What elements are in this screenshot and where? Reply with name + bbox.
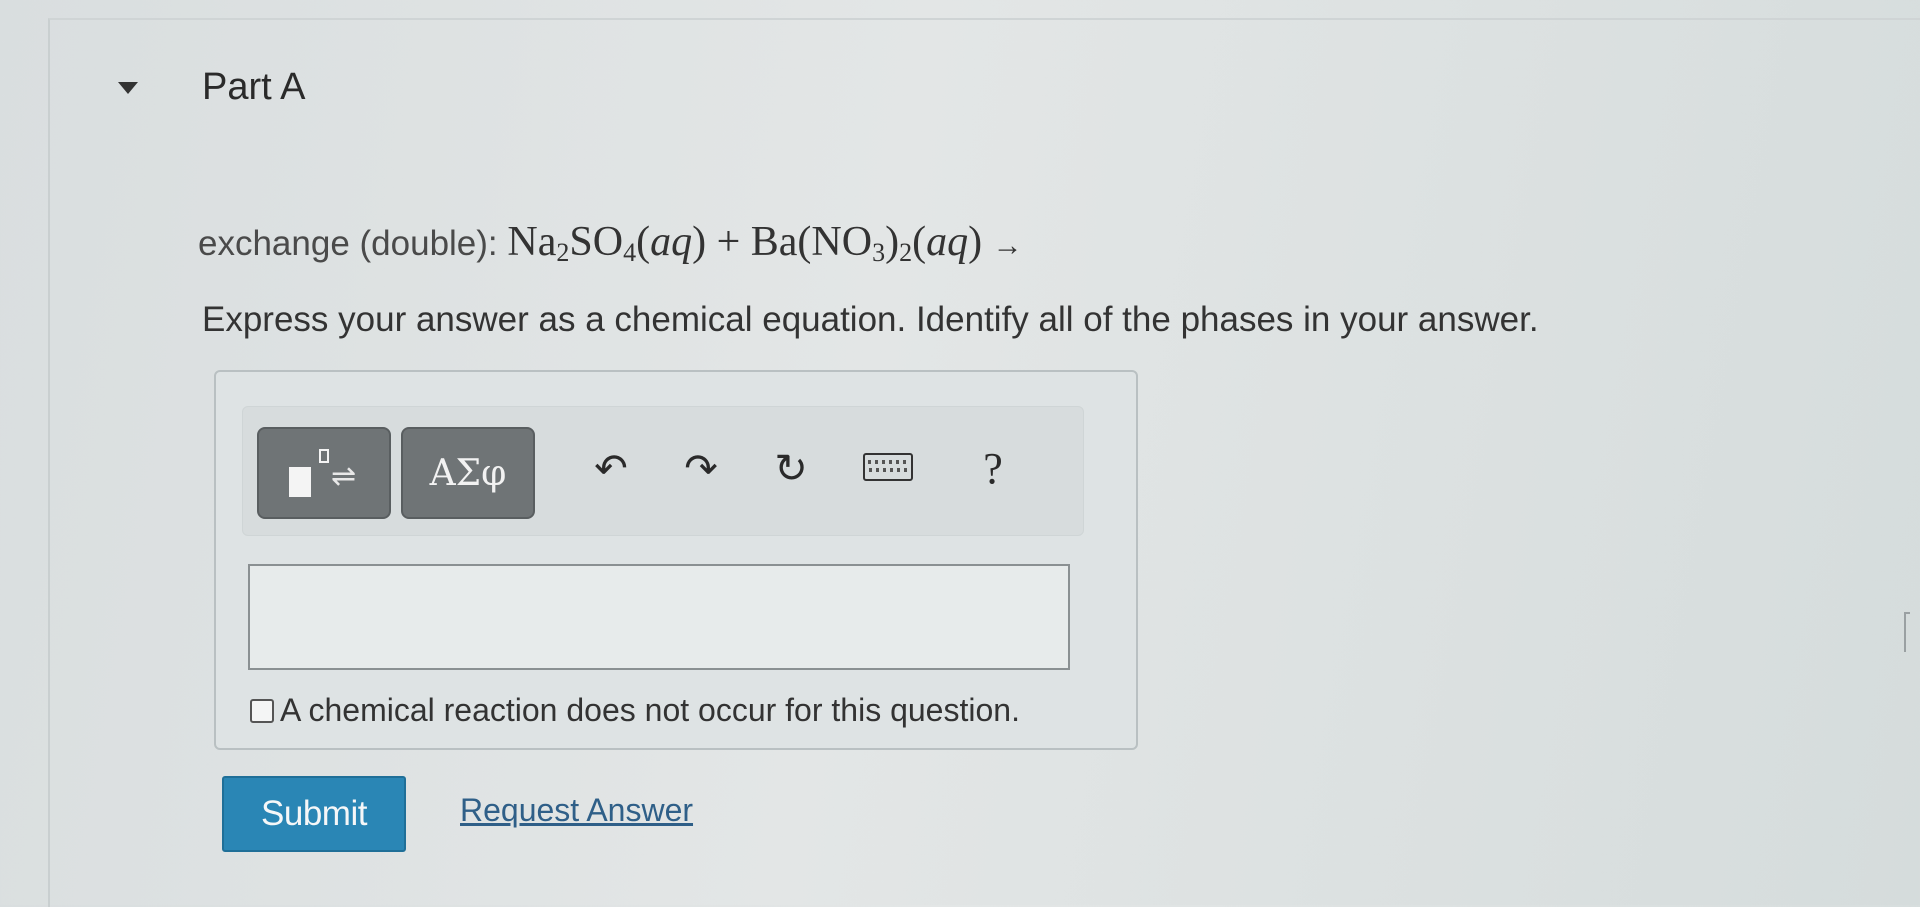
reaction-equation: Na2SO4(aq) + Ba(NO3)2(aq) → [507,219,1023,267]
no-reaction-option[interactable]: A chemical reaction does not occur for t… [250,692,1020,729]
answer-input[interactable] [248,564,1070,670]
reactant-2: Ba(NO3)2(aq) [750,219,983,267]
reset-icon[interactable]: ↻ [763,445,819,493]
part-header[interactable]: Part A [118,66,306,109]
keyboard-icon[interactable] [863,453,919,481]
equation-toolbar: ⇌ ΑΣφ ↶ ↷ ↻ ? [242,406,1084,536]
symbols-button[interactable]: ΑΣφ [401,427,535,519]
no-reaction-label[interactable]: A chemical reaction does not occur for t… [280,692,1020,729]
collapse-caret-icon[interactable] [118,81,138,94]
reactant-1: Na2SO4(aq) [507,219,707,267]
no-reaction-checkbox[interactable] [250,698,274,723]
templates-icon: ⇌ [279,443,369,503]
plus-sign: + [706,219,751,265]
part-title: Part A [202,66,306,108]
templates-button[interactable]: ⇌ [257,427,391,519]
question-prompt: exchange (double): Na2SO4(aq) + Ba(NO3)2… [198,218,1023,268]
help-icon[interactable]: ? [965,445,1021,493]
redo-icon[interactable]: ↷ [673,445,729,493]
edge-mark [1904,612,1910,652]
request-answer-link[interactable]: Request Answer [460,792,693,829]
answer-instruction: Express your answer as a chemical equati… [202,300,1539,339]
answer-panel: ⇌ ΑΣφ ↶ ↷ ↻ ? A chemical reaction does n… [214,370,1138,750]
submit-button[interactable]: Submit [222,776,406,852]
reaction-type-label: exchange (double): [198,224,508,263]
undo-icon[interactable]: ↶ [583,445,639,493]
reaction-arrow: → [992,229,1023,262]
